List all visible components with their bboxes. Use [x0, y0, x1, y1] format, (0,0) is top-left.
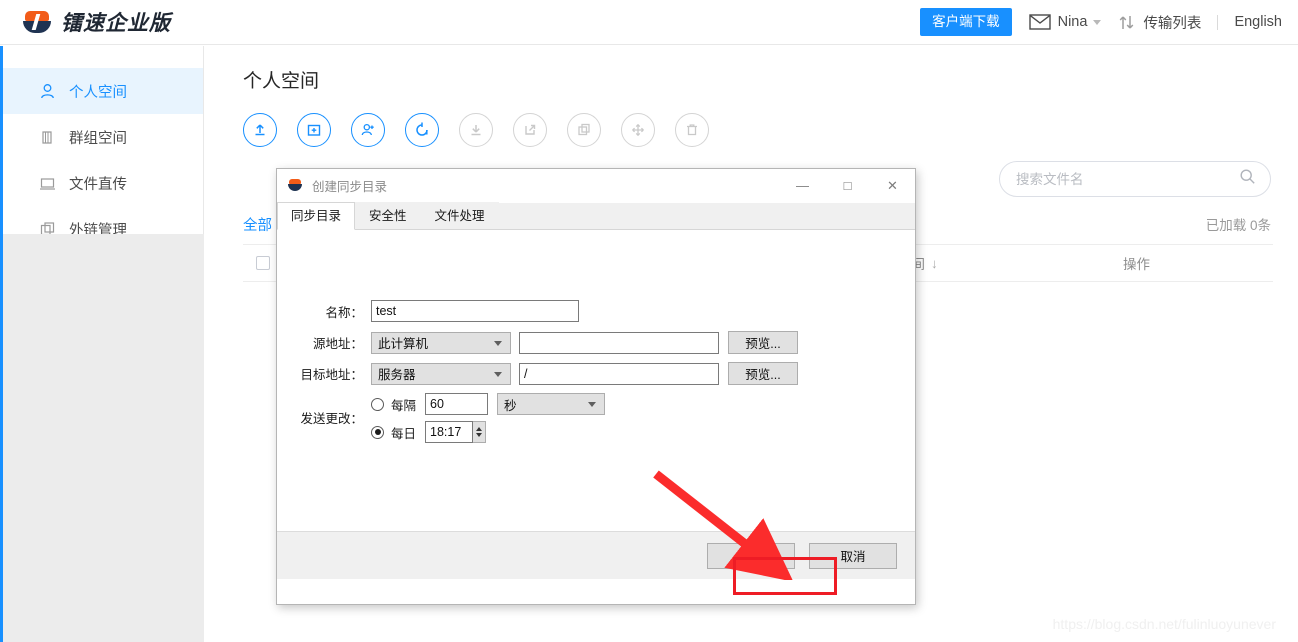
stepper-up-icon[interactable]	[476, 427, 483, 431]
tab-security[interactable]: 安全性	[355, 202, 421, 229]
sidebar-item-label: 个人空间	[69, 84, 127, 101]
confirm-button[interactable]: 确定	[707, 542, 795, 569]
external-link-icon-button	[513, 113, 547, 147]
minimize-icon[interactable]: —	[780, 169, 825, 203]
top-header: 镭速企业版 客户端下载 Nina 传输列表 English	[0, 0, 1298, 45]
sidebar-item-direct-transfer[interactable]: 文件直传	[3, 160, 203, 206]
search-input[interactable]	[1014, 170, 1239, 188]
daily-option-row: 每日	[371, 421, 487, 443]
brand-logo[interactable]: 镭速企业版	[22, 7, 171, 37]
field-row-source: 源地址： 此计算机 预览...	[287, 331, 798, 354]
upload-icon-button[interactable]	[243, 113, 277, 147]
header-right-group: 客户端下载 Nina 传输列表 English	[920, 0, 1282, 45]
source-browse-button[interactable]: 预览...	[728, 331, 798, 354]
logo-icon	[22, 10, 52, 34]
name-input[interactable]	[371, 300, 579, 322]
user-menu[interactable]: Nina	[1028, 14, 1102, 30]
dialog-body: 名称： 源地址： 此计算机 预览... 目标地址： 服务器	[277, 230, 915, 579]
target-browse-button[interactable]: 预览...	[728, 362, 798, 385]
monitor-icon	[39, 175, 59, 192]
source-location-select[interactable]: 此计算机	[371, 331, 511, 354]
sidebar: 个人空间 群组空间 文件直传 外链管理	[0, 46, 204, 642]
send-changes-label: 发送更改：	[300, 412, 363, 426]
loaded-count-label: 已加载 0条	[1205, 218, 1271, 233]
interval-label: 每隔	[391, 398, 417, 413]
download-icon-button	[459, 113, 493, 147]
chevron-down-icon	[588, 402, 597, 407]
group-icon	[39, 129, 59, 146]
maximize-icon[interactable]: □	[825, 169, 870, 203]
sort-descending-icon: ↓	[931, 255, 938, 271]
app-root: 镭速企业版 客户端下载 Nina 传输列表 English 个人空间 群组空间 …	[0, 0, 1298, 642]
sidebar-item-personal-space[interactable]: 个人空间	[3, 68, 203, 114]
target-location-select[interactable]: 服务器	[371, 362, 511, 385]
target-path-input[interactable]	[519, 362, 719, 385]
chevron-down-icon	[1093, 19, 1102, 25]
daily-label: 每日	[391, 426, 417, 441]
window-controls: — □ ✕	[780, 169, 915, 203]
send-changes-label-row: 发送更改：	[287, 408, 371, 427]
sidebar-item-group-space[interactable]: 群组空间	[3, 114, 203, 160]
interval-value-input[interactable]	[425, 393, 489, 415]
tab-sync-folder[interactable]: 同步目录	[277, 202, 356, 230]
app-icon	[288, 179, 303, 192]
stepper-down-icon[interactable]	[476, 433, 483, 437]
search-box[interactable]	[999, 161, 1271, 197]
create-sync-folder-dialog: 创建同步目录 — □ ✕ 同步目录 安全性 文件处理 名称： 源地址： 此计算机	[276, 168, 916, 605]
header-divider	[1217, 14, 1219, 30]
interval-unit-select[interactable]: 秒	[497, 393, 606, 415]
source-address-label: 源地址：	[312, 337, 363, 351]
transfer-list-label: 传输列表	[1143, 15, 1202, 32]
action-toolbar	[243, 113, 1298, 147]
transfer-icon	[1118, 14, 1136, 31]
target-location-value: 服务器	[378, 368, 416, 382]
source-path-input[interactable]	[519, 331, 719, 354]
page-title: 个人空间	[243, 71, 320, 92]
logo-text: 镭速企业版	[61, 12, 171, 35]
interval-unit-value: 秒	[504, 398, 517, 413]
sidebar-item-label: 文件直传	[69, 176, 127, 193]
field-row-name: 名称：	[287, 300, 579, 322]
transfer-list-button[interactable]: 传输列表	[1118, 12, 1201, 33]
language-switch[interactable]: English	[1234, 14, 1282, 30]
move-icon-button	[621, 113, 655, 147]
sidebar-nav: 个人空间 群组空间 文件直传 外链管理	[3, 46, 203, 252]
delete-icon-button	[675, 113, 709, 147]
chevron-down-icon	[494, 371, 502, 377]
daily-time-input[interactable]	[425, 421, 474, 443]
watermark-text: https://blog.csdn.net/fulinluoyunever	[1052, 616, 1276, 632]
tab-file-processing[interactable]: 文件处理	[420, 202, 499, 229]
sync-icon-button[interactable]	[405, 113, 439, 147]
interval-radio[interactable]	[371, 397, 384, 411]
select-all-checkbox[interactable]	[256, 256, 270, 270]
copy-icon-button	[567, 113, 601, 147]
dialog-title: 创建同步目录	[312, 180, 388, 194]
dialog-titlebar[interactable]: 创建同步目录 — □ ✕	[277, 169, 915, 203]
client-download-button[interactable]: 客户端下载	[920, 7, 1012, 37]
source-location-value: 此计算机	[378, 337, 429, 351]
name-label: 名称：	[325, 305, 363, 320]
dialog-footer: 确定 取消	[277, 531, 915, 579]
close-icon[interactable]: ✕	[870, 169, 915, 203]
search-icon[interactable]	[1239, 168, 1256, 190]
person-icon	[39, 83, 59, 100]
cancel-button[interactable]: 取消	[809, 542, 897, 569]
daily-time-stepper[interactable]	[473, 421, 487, 443]
daily-radio[interactable]	[371, 425, 384, 439]
sidebar-item-label: 群组空间	[69, 130, 127, 147]
user-name: Nina	[1057, 14, 1088, 30]
daily-radio-dot	[374, 429, 381, 435]
mail-icon	[1028, 14, 1051, 30]
dialog-tabs: 同步目录 安全性 文件处理	[277, 202, 915, 230]
tab-all[interactable]: 全部	[243, 214, 272, 235]
new-folder-icon-button[interactable]	[297, 113, 331, 147]
chevron-down-icon	[494, 340, 502, 346]
target-address-label: 目标地址：	[300, 368, 363, 382]
add-user-icon-button[interactable]	[351, 113, 385, 147]
column-header-operation: 操作	[1123, 257, 1150, 272]
sidebar-filler	[3, 234, 204, 642]
interval-option-row: 每隔 秒	[371, 393, 606, 415]
field-row-target: 目标地址： 服务器 预览...	[287, 362, 798, 385]
